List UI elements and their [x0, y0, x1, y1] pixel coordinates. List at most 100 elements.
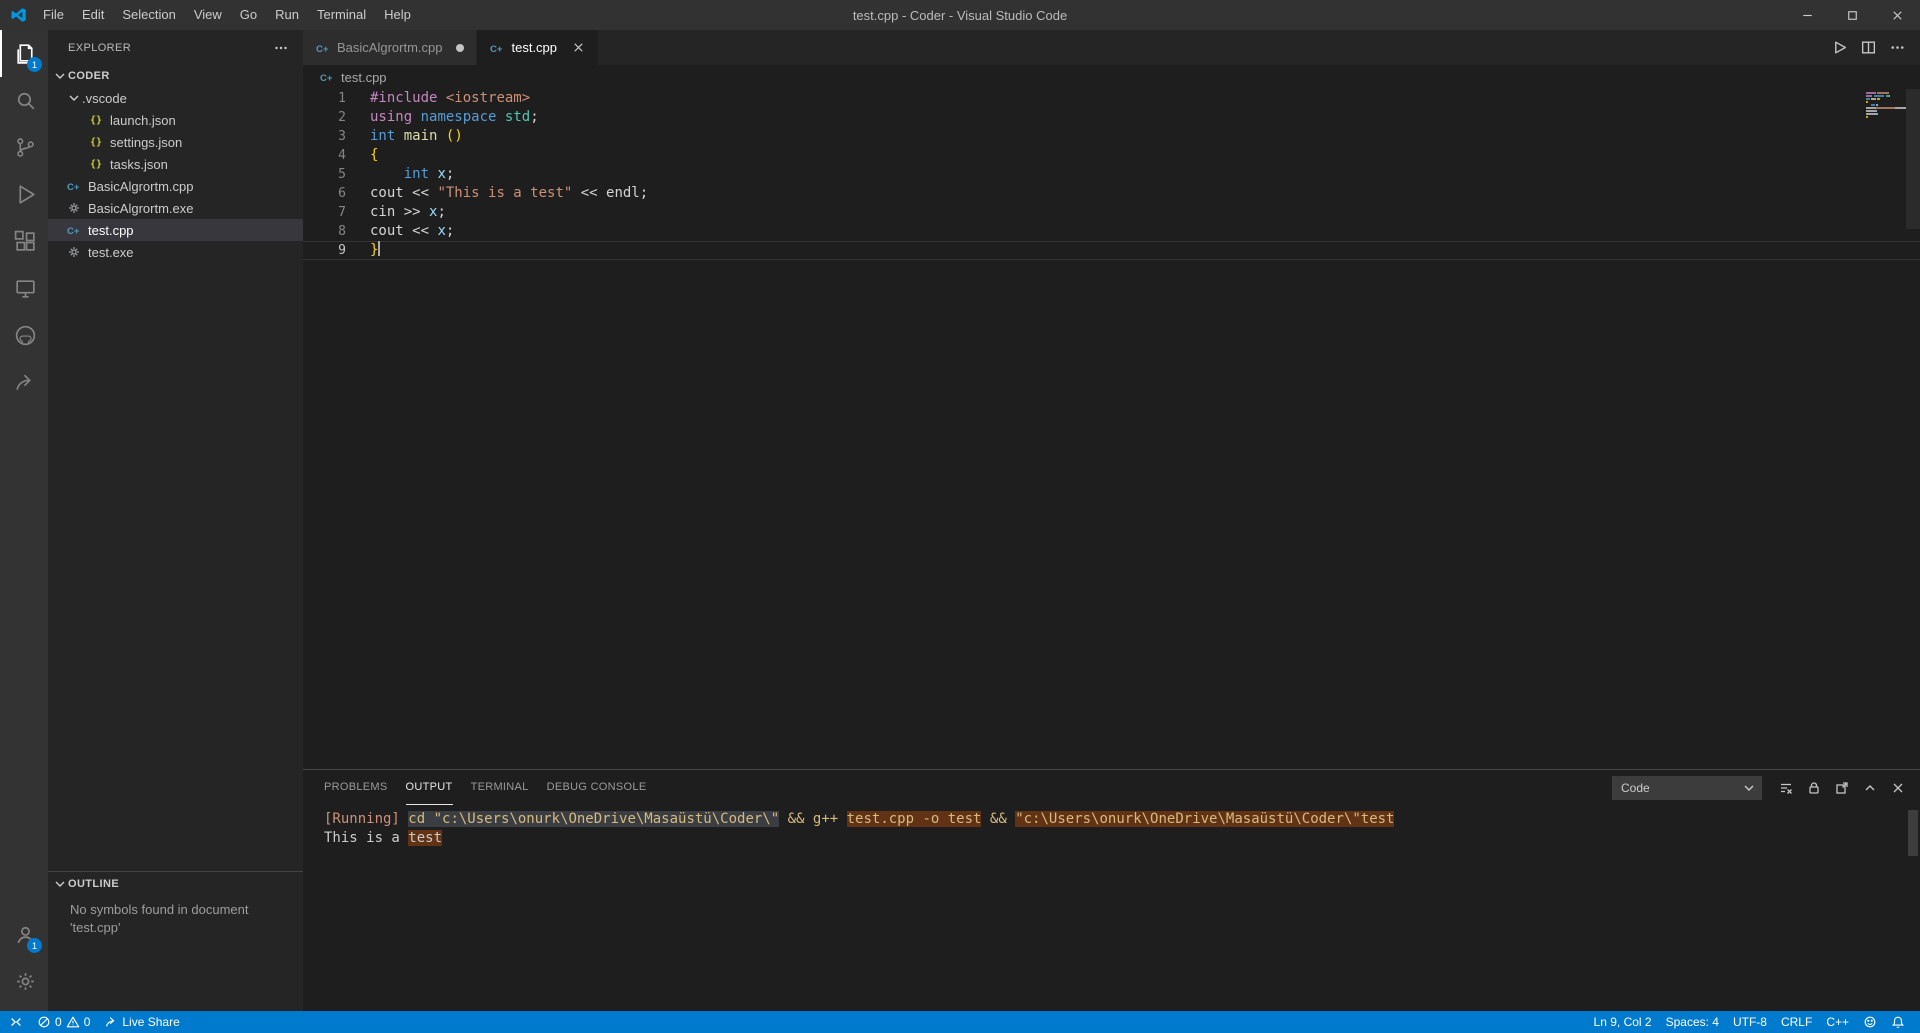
maximize-panel-icon[interactable]	[1862, 780, 1878, 796]
activity-source-control[interactable]	[0, 124, 48, 171]
tree-item-basicalgrortm.exe[interactable]: BasicAlgrortm.exe	[48, 197, 303, 219]
tab-BasicAlgrortm.cpp[interactable]: C+ BasicAlgrortm.cpp	[303, 30, 478, 65]
editor-actions	[1831, 30, 1920, 65]
remote-window-button[interactable]	[2, 1011, 30, 1033]
exe-file-icon	[66, 244, 82, 260]
clear-output-icon[interactable]	[1778, 780, 1794, 796]
tree-item-tasks.json[interactable]: {} tasks.json	[48, 153, 303, 175]
feedback-smiley-icon	[1863, 1015, 1877, 1029]
minimap-segment	[1866, 107, 1877, 109]
activity-account[interactable]: 1	[0, 911, 48, 958]
tree-item-coder[interactable]: CODER	[48, 65, 303, 87]
code-token: ()	[445, 128, 463, 144]
activity-search[interactable]	[0, 77, 48, 124]
language-mode[interactable]: C++	[1819, 1011, 1856, 1033]
code-editor[interactable]: 1 #include <iostream> 2 using namespace std…	[303, 89, 1920, 769]
close-button[interactable]	[1875, 0, 1920, 30]
tree-item-basicalgrortm.cpp[interactable]: C+ BasicAlgrortm.cpp	[48, 175, 303, 197]
error-count: 0	[55, 1015, 62, 1029]
more-actions-icon[interactable]	[273, 40, 289, 56]
minimap-segment	[1866, 113, 1877, 115]
code-token: #include	[370, 90, 438, 106]
cpp-file-icon: C+	[315, 40, 331, 56]
close-icon[interactable]	[571, 40, 586, 55]
menu-view[interactable]: View	[185, 0, 231, 30]
outline-header[interactable]: OUTLINE	[48, 872, 303, 896]
breadcrumb-item[interactable]: test.cpp	[341, 70, 387, 85]
tree-item-settings.json[interactable]: {} settings.json	[48, 131, 303, 153]
minimap-segment	[1866, 116, 1868, 118]
close-panel-icon[interactable]	[1890, 780, 1906, 796]
more-actions-icon[interactable]	[1889, 39, 1906, 56]
panel-tab-terminal[interactable]: TERMINAL	[471, 770, 529, 805]
cursor-position[interactable]: Ln 9, Col 2	[1587, 1011, 1659, 1033]
maximize-button[interactable]	[1830, 0, 1875, 30]
output-token: test.cpp -o test	[846, 811, 982, 827]
panel-tabs: PROBLEMS OUTPUT TERMINAL DEBUG CONSOLE	[324, 770, 664, 805]
indentation[interactable]: Spaces: 4	[1659, 1011, 1726, 1033]
activity-extensions[interactable]	[0, 218, 48, 265]
line-content: int x;	[346, 165, 455, 184]
menu-run[interactable]: Run	[266, 0, 308, 30]
activity-run-and-debug[interactable]	[0, 171, 48, 218]
minimap[interactable]	[1866, 92, 1906, 119]
menu-edit[interactable]: Edit	[73, 0, 113, 30]
chevron-down-icon	[52, 68, 68, 84]
menu-selection[interactable]: Selection	[113, 0, 184, 30]
output-content[interactable]: [Running] cd "c:\Users\onurk\OneDrive\Ma…	[303, 805, 1920, 1011]
tab-test.cpp[interactable]: C+ test.cpp	[477, 30, 600, 65]
activity-remote-explorer[interactable]	[0, 265, 48, 312]
activity-github[interactable]	[0, 312, 48, 359]
menu-help[interactable]: Help	[375, 0, 420, 30]
lock-icon[interactable]	[1806, 780, 1822, 796]
line-content: {	[346, 146, 378, 165]
breadcrumb[interactable]: C+ test.cpp	[303, 65, 1920, 89]
code-line: 8 cout << x;	[303, 222, 1920, 241]
code-line: 4{	[303, 146, 1920, 165]
menu-go[interactable]: Go	[231, 0, 266, 30]
minimap-line	[1866, 95, 1906, 97]
menu-terminal[interactable]: Terminal	[308, 0, 375, 30]
notifications-button[interactable]	[1884, 1011, 1912, 1033]
run-code-icon[interactable]	[1831, 39, 1848, 56]
line-content: cout << x;	[346, 222, 454, 241]
json-file-icon: {}	[89, 158, 103, 170]
panel-tab-debug-console[interactable]: DEBUG CONSOLE	[547, 770, 647, 805]
live-share-button[interactable]: Live Share	[97, 1011, 186, 1033]
minimize-button[interactable]	[1785, 0, 1830, 30]
outline-title: OUTLINE	[68, 878, 120, 890]
code-line: 3 int main ()	[303, 127, 1920, 146]
encoding[interactable]: UTF-8	[1726, 1011, 1774, 1033]
activity-settings[interactable]	[0, 958, 48, 1005]
output-channel-select[interactable]: Code	[1612, 775, 1762, 800]
tree-item-.vscode[interactable]: .vscode	[48, 87, 303, 109]
line-number: 7	[338, 205, 346, 220]
menu-file[interactable]: File	[34, 0, 73, 30]
tree-item-test.exe[interactable]: test.exe	[48, 241, 303, 263]
activity-explorer[interactable]: 1	[0, 30, 48, 77]
split-editor-icon[interactable]	[1860, 39, 1877, 56]
tree-item-launch.json[interactable]: {} launch.json	[48, 109, 303, 131]
file-label: settings.json	[110, 134, 183, 150]
tree-item-test.cpp[interactable]: C+ test.cpp	[48, 219, 303, 241]
outline-section: OUTLINE No symbols found in document 'te…	[48, 871, 303, 1011]
problems-button[interactable]: 0 0	[30, 1011, 97, 1033]
feedback-button[interactable]	[1856, 1011, 1884, 1033]
line-number: 6	[338, 186, 346, 201]
activity-live-share[interactable]	[0, 359, 48, 406]
code-token: std	[504, 109, 531, 125]
panel-scrollbar[interactable]	[1908, 810, 1918, 856]
panel-tab-problems[interactable]: PROBLEMS	[324, 770, 388, 805]
eol[interactable]: CRLF	[1774, 1011, 1819, 1033]
minimap-segment	[1895, 107, 1906, 109]
activity-bar-bottom: 1	[0, 911, 48, 1011]
minimap-segment	[1876, 110, 1878, 112]
editor-scrollbar[interactable]	[1906, 89, 1920, 229]
panel-tab-output[interactable]: OUTPUT	[405, 770, 453, 805]
open-in-editor-icon[interactable]	[1834, 780, 1850, 796]
outline-message: No symbols found in document 'test.cpp'	[70, 902, 249, 935]
